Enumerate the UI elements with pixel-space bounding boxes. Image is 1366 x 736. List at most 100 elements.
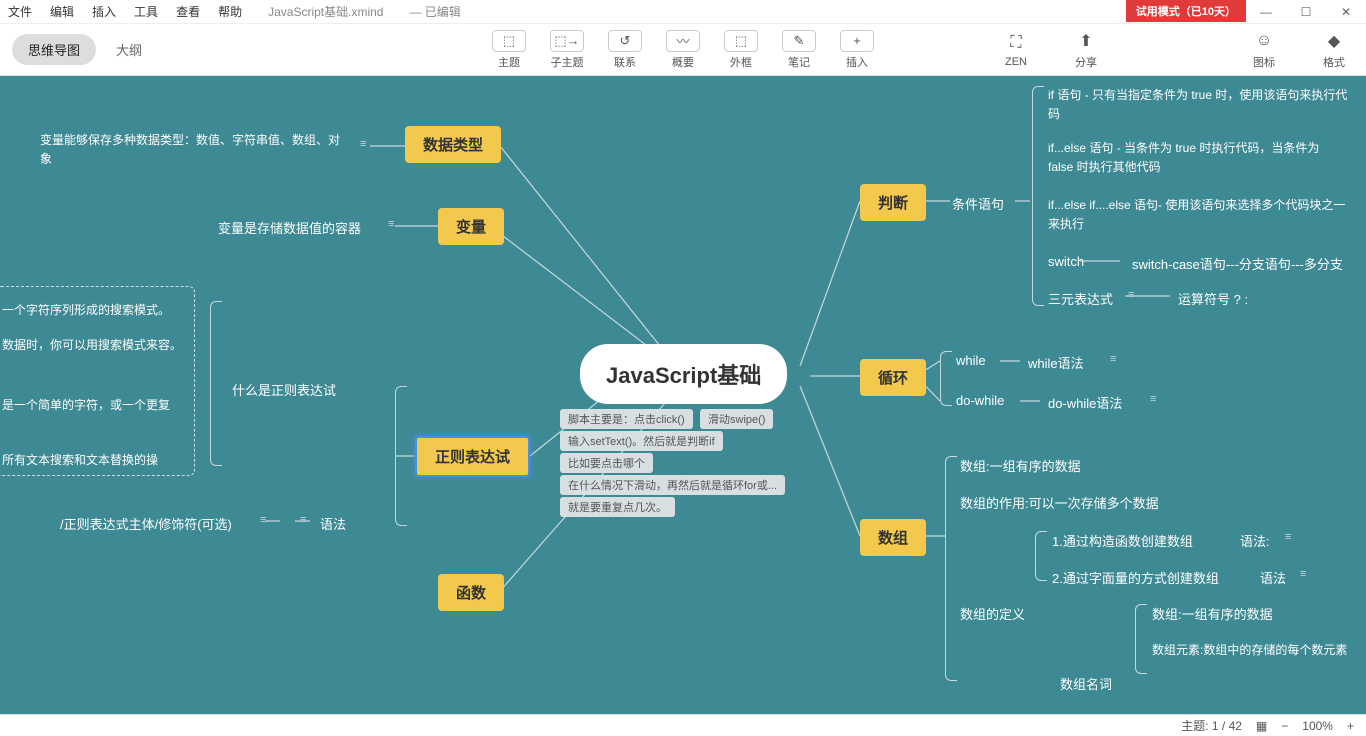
text-arr1[interactable]: 数组:一组有序的数据 <box>960 456 1081 475</box>
text-regex-syntax[interactable]: 语法 <box>320 514 346 533</box>
menu-file[interactable]: 文件 <box>8 3 32 20</box>
note-icon-2[interactable]: ≡ <box>388 218 394 230</box>
note-icon-syntax[interactable]: ≡ <box>300 514 306 526</box>
tool-insert[interactable]: +插入 <box>832 30 882 70</box>
text-arrn2[interactable]: 数组元素:数组中的存储的每个数元素 <box>1152 641 1352 660</box>
note-icon-while[interactable]: ≡ <box>1110 353 1116 365</box>
tool-boundary[interactable]: ⬚外框 <box>716 30 766 70</box>
map-icon[interactable]: ▦ <box>1256 719 1267 733</box>
status-topic-count: 主题: 1 / 42 <box>1181 717 1242 734</box>
text-switch2[interactable]: switch-case语句---分支语句---多分支 <box>1132 254 1343 273</box>
tool-format[interactable]: ◆格式 <box>1314 30 1354 70</box>
text-regex-pattern[interactable]: /正则表达式主体/修饰符(可选) <box>60 514 232 533</box>
text-var-types[interactable]: 变量能够保存多种数据类型：数值、字符串值、数组、对象 <box>40 131 350 169</box>
box-line-3[interactable]: 是一个简单的字符，或一个更复 <box>2 396 170 413</box>
right-tools-1: ⛶ZEN ⬆分享 <box>996 30 1106 70</box>
zoom-in-button[interactable]: + <box>1347 719 1354 733</box>
tool-zen[interactable]: ⛶ZEN <box>996 32 1036 68</box>
tool-note[interactable]: ✎笔记 <box>774 30 824 70</box>
text-var-container[interactable]: 变量是存储数据值的容器 <box>218 218 361 237</box>
menu-insert[interactable]: 插入 <box>92 3 116 20</box>
tag-repeat[interactable]: 就是要重复点几次。 <box>560 497 675 517</box>
text-arrn1[interactable]: 数组:一组有序的数据 <box>1152 604 1273 623</box>
tab-mindmap[interactable]: 思维导图 <box>12 34 96 65</box>
topic-icon: ⬚ <box>492 30 526 52</box>
view-tabs: 思维导图 大纲 <box>12 34 158 65</box>
menu-view[interactable]: 查看 <box>176 3 200 20</box>
text-arrc1[interactable]: 1.通过构造函数创建数组 <box>1052 531 1193 550</box>
text-cond[interactable]: 条件语句 <box>952 194 1004 213</box>
bracket-cond <box>1032 86 1044 306</box>
bracket-arrn <box>1135 604 1147 674</box>
node-regex[interactable]: 正则表达试 <box>415 436 530 477</box>
bracket-regex <box>395 386 407 526</box>
note-icon-pattern[interactable]: ≡ <box>260 514 266 526</box>
tool-subtopic[interactable]: ⬚→子主题 <box>542 30 592 70</box>
bracket-box <box>210 301 222 466</box>
text-ternary[interactable]: 三元表达式 <box>1048 289 1113 308</box>
note-icon-c2[interactable]: ≡ <box>1300 568 1306 580</box>
menu-edit[interactable]: 编辑 <box>50 3 74 20</box>
node-judge[interactable]: 判断 <box>860 184 926 221</box>
document-title: JavaScript基础.xmind <box>268 3 383 20</box>
note-icon-1[interactable]: ≡ <box>360 138 366 150</box>
tool-share[interactable]: ⬆分享 <box>1066 30 1106 70</box>
text-ifelseif[interactable]: if...else if....else 语句- 使用该语句来选择多个代码块之一… <box>1048 196 1348 234</box>
maximize-button[interactable]: ☐ <box>1286 0 1326 24</box>
close-button[interactable]: ✕ <box>1326 0 1366 24</box>
tag-swipe[interactable]: 滑动swipe() <box>700 409 773 429</box>
trial-badge[interactable]: 试用模式（已10天） <box>1126 0 1246 22</box>
text-arrdef[interactable]: 数组的定义 <box>960 604 1025 623</box>
share-icon: ⬆ <box>1069 30 1103 52</box>
text-arrc2[interactable]: 2.通过字面量的方式创建数组 <box>1052 568 1219 587</box>
zoom-out-button[interactable]: − <box>1281 719 1288 733</box>
relation-icon: ↺ <box>608 30 642 52</box>
menu-tools[interactable]: 工具 <box>134 3 158 20</box>
summary-icon: 〰 <box>666 30 700 52</box>
text-dowhile[interactable]: do-while <box>956 393 1004 408</box>
tool-summary[interactable]: 〰概要 <box>658 30 708 70</box>
toolbar: 思维导图 大纲 ⬚主题 ⬚→子主题 ↺联系 〰概要 ⬚外框 ✎笔记 +插入 ⛶Z… <box>0 24 1366 76</box>
text-switch[interactable]: switch <box>1048 254 1084 269</box>
box-line-4[interactable]: 所有文本搜索和文本替换的操 <box>2 451 158 468</box>
tool-icon[interactable]: ☺图标 <box>1244 30 1284 70</box>
mindmap-canvas[interactable]: JavaScript基础 脚本主要是：点击click() 滑动swipe() 输… <box>0 76 1366 714</box>
tag-which[interactable]: 比如要点击哪个 <box>560 453 653 473</box>
text-regex-what[interactable]: 什么是正则表达试 <box>232 380 336 399</box>
box-line-2[interactable]: 数据时，你可以用搜索模式来容。 <box>2 336 187 355</box>
document-state: — 已编辑 <box>409 3 460 20</box>
menu-help[interactable]: 帮助 <box>218 3 242 20</box>
tab-outline[interactable]: 大纲 <box>100 34 158 65</box>
zoom-level[interactable]: 100% <box>1302 719 1333 733</box>
note-icon-c1[interactable]: ≡ <box>1285 531 1291 543</box>
node-variable[interactable]: 变量 <box>438 208 504 245</box>
text-dowhile2[interactable]: do-while语法 <box>1048 393 1122 412</box>
note-icon-ternary[interactable]: ≡ <box>1128 289 1134 301</box>
right-tools-2: ☺图标 ◆格式 <box>1244 30 1354 70</box>
text-if[interactable]: if 语句 - 只有当指定条件为 true 时，使用该语句来执行代码 <box>1048 86 1348 124</box>
text-arrc2b[interactable]: 语法 <box>1260 568 1286 587</box>
node-array[interactable]: 数组 <box>860 519 926 556</box>
minimize-button[interactable]: — <box>1246 0 1286 24</box>
text-arr2[interactable]: 数组的作用:可以一次存储多个数据 <box>960 493 1159 512</box>
note-icon-dowhile[interactable]: ≡ <box>1150 393 1156 405</box>
text-arrn[interactable]: 数组名词 <box>1060 674 1112 693</box>
node-datatype[interactable]: 数据类型 <box>405 126 501 163</box>
node-function[interactable]: 函数 <box>438 574 504 611</box>
bracket-array <box>945 456 957 681</box>
tag-click[interactable]: 脚本主要是：点击click() <box>560 409 693 429</box>
tag-loop[interactable]: 在什么情况下滑动，再然后就是循环for或... <box>560 475 785 495</box>
tag-settext[interactable]: 输入setText()。然后就是判断if <box>560 431 723 451</box>
text-ternary2[interactable]: 运算符号 ? : <box>1178 289 1248 308</box>
tool-relation[interactable]: ↺联系 <box>600 30 650 70</box>
text-arrc1b[interactable]: 语法: <box>1240 531 1270 550</box>
root-node[interactable]: JavaScript基础 <box>580 344 787 404</box>
box-line-1[interactable]: 一个字符序列形成的搜索模式。 <box>2 301 170 318</box>
node-loop[interactable]: 循环 <box>860 359 926 396</box>
tool-topic[interactable]: ⬚主题 <box>484 30 534 70</box>
text-while[interactable]: while <box>956 353 986 368</box>
text-while2[interactable]: while语法 <box>1028 353 1084 372</box>
bracket-arrdef <box>1035 531 1047 581</box>
note-icon: ✎ <box>782 30 816 52</box>
text-ifelse[interactable]: if...else 语句 - 当条件为 true 时执行代码，当条件为 fals… <box>1048 139 1348 177</box>
